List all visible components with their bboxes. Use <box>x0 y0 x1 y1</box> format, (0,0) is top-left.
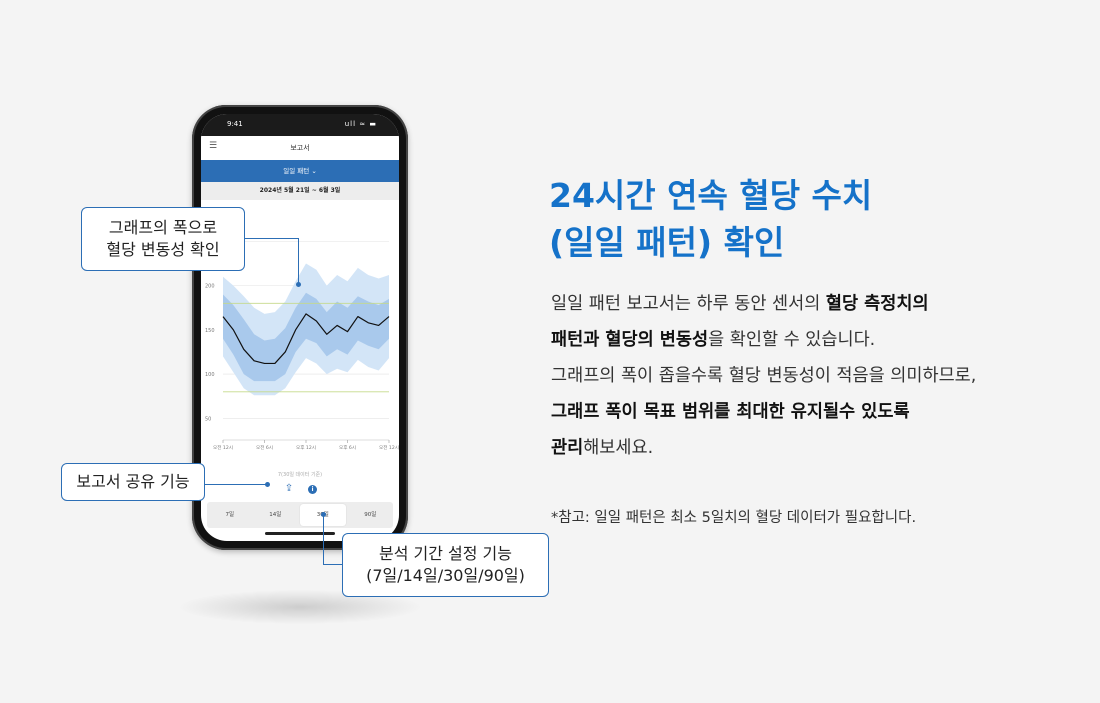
callout-line: 혈당 변동성 확인 <box>106 240 220 259</box>
callout-leader-line <box>323 514 324 565</box>
footnote: *참고: 일일 패턴은 최소 5일치의 혈당 데이터가 필요합니다. <box>551 510 917 526</box>
y-tick-label: 100 <box>205 372 215 378</box>
callout-share: 보고서 공유 기능 <box>61 463 205 501</box>
callout-leader-dot <box>296 282 301 287</box>
share-icon[interactable]: ⇪ <box>283 483 295 495</box>
callout-line: (7일/14일/30일/90일) <box>366 566 525 585</box>
home-indicator <box>265 532 335 535</box>
date-range: 2024년 5월 21일 ~ 6월 3일 <box>201 182 399 200</box>
callout-leader-dot <box>321 512 326 517</box>
description-line: 그래프 폭이 목표 범위를 최대한 유지될수 있도록 <box>551 394 1071 430</box>
status-bar: 9:41 ull ≈ ▬ <box>201 114 399 136</box>
period-tab-7[interactable]: 7일 <box>207 502 253 528</box>
report-type-dropdown[interactable]: 일일 패턴 ⌄ <box>201 160 399 182</box>
callout-chart-width: 그래프의 폭으로 혈당 변동성 확인 <box>81 207 245 271</box>
info-icon[interactable]: i <box>308 485 317 494</box>
description-line: 관리해보세요. <box>551 430 1071 466</box>
period-tab-14[interactable]: 14일 <box>253 502 299 528</box>
callout-period: 분석 기간 설정 기능 (7일/14일/30일/90일) <box>342 533 549 597</box>
signal-wifi-battery-icon: ull ≈ ▬ <box>344 120 377 128</box>
description-text: 해보세요. <box>583 438 654 458</box>
headline: 24시간 연속 혈당 수치 (일일 패턴) 확인 <box>549 172 1069 266</box>
period-tab-90[interactable]: 90일 <box>348 502 394 528</box>
x-tick-label: 오후 6시 <box>339 445 356 451</box>
x-tick-label: 오전 12시 <box>379 444 399 451</box>
callout-leader-line <box>205 484 267 485</box>
report-type-label: 일일 패턴 <box>283 167 310 175</box>
callout-leader-dot <box>265 482 270 487</box>
period-tabs: 7일 14일 30일 90일 <box>207 502 393 528</box>
x-tick-label: 오후 12시 <box>296 445 316 451</box>
description-line: 일일 패턴 보고서는 하루 동안 센서의 혈당 측정치의 <box>551 286 1071 322</box>
x-tick-label: 오전 12시 <box>213 444 233 451</box>
chart-note: 7(30일 데이터 기준) <box>277 472 323 478</box>
y-tick-label: 150 <box>205 328 215 334</box>
y-tick-label: 200 <box>205 284 215 290</box>
callout-leader-line <box>245 238 299 239</box>
headline-line: (일일 패턴) 확인 <box>549 223 785 262</box>
description-text: 일일 패턴 보고서는 하루 동안 센서의 <box>551 294 826 314</box>
description-text: 을 확인할 수 있습니다. <box>708 330 876 350</box>
callout-leader-line <box>298 238 299 284</box>
chevron-down-icon: ⌄ <box>311 167 317 175</box>
y-tick-label: 50 <box>205 416 211 422</box>
description-bold: 관리 <box>551 438 584 458</box>
callout-line: 보고서 공유 기능 <box>76 472 190 491</box>
description: 일일 패턴 보고서는 하루 동안 센서의 혈당 측정치의 패턴과 혈당의 변동성… <box>551 286 1071 466</box>
callout-line: 분석 기간 설정 기능 <box>378 544 513 563</box>
callout-line: 그래프의 폭으로 <box>108 218 218 237</box>
description-bold: 패턴과 혈당의 변동성 <box>551 330 709 350</box>
app-bar: ☰ 보고서 <box>201 136 399 160</box>
description-bold: 혈당 측정치의 <box>825 294 929 314</box>
phone-screen: 9:41 ull ≈ ▬ ☰ 보고서 일일 패턴 ⌄ 2024년 5월 21일 … <box>201 114 399 541</box>
status-time: 9:41 <box>227 120 243 128</box>
callout-leader-line <box>323 564 342 565</box>
description-line: 패턴과 혈당의 변동성을 확인할 수 있습니다. <box>551 322 1071 358</box>
x-tick-label: 오전 6시 <box>256 444 273 451</box>
description-line: 그래프의 폭이 좁을수록 혈당 변동성이 적음을 의미하므로, <box>551 366 977 386</box>
description-bold: 그래프 폭이 목표 범위를 최대한 유지될수 있도록 <box>551 402 910 422</box>
headline-line: 24시간 연속 혈당 수치 <box>549 176 873 215</box>
app-title: 보고서 <box>290 144 310 152</box>
